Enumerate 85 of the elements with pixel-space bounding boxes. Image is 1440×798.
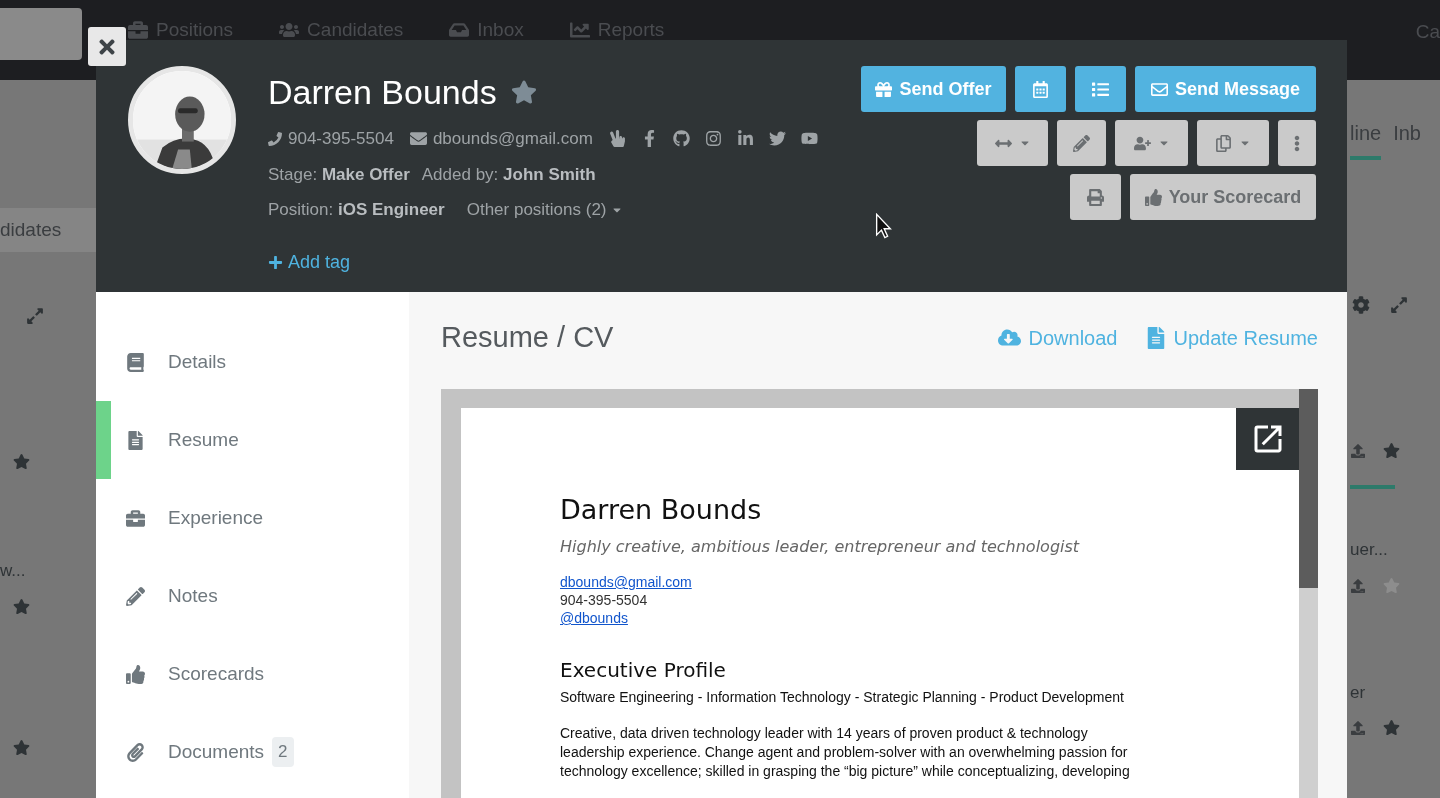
card-text: er bbox=[1350, 681, 1367, 704]
email-address: dbounds@gmail.com bbox=[432, 128, 593, 150]
document-icon bbox=[126, 430, 145, 450]
sidebar-item[interactable]: Details bbox=[96, 323, 409, 401]
icon-button[interactable] bbox=[1057, 120, 1106, 166]
linkedin-icon[interactable] bbox=[736, 130, 754, 148]
action-button[interactable]: Send Offer bbox=[861, 66, 1006, 112]
pencil-icon bbox=[126, 586, 145, 606]
upload-icon[interactable] bbox=[1351, 444, 1365, 458]
scrollbar[interactable] bbox=[1299, 389, 1318, 798]
list-icon bbox=[1092, 80, 1109, 98]
expand-icon[interactable] bbox=[1390, 296, 1408, 314]
open-external-button[interactable] bbox=[1236, 408, 1299, 470]
star-icon[interactable] bbox=[1383, 719, 1400, 736]
icon-button[interactable] bbox=[1115, 120, 1188, 166]
section-title: Resume / CV bbox=[441, 319, 614, 355]
icon-button[interactable] bbox=[977, 120, 1048, 166]
upload-icon[interactable] bbox=[1351, 721, 1365, 735]
resume-heading: Executive Profile bbox=[560, 657, 727, 684]
envelope-icon bbox=[1150, 80, 1168, 98]
icon-button[interactable] bbox=[1278, 120, 1316, 166]
star-icon[interactable] bbox=[13, 597, 30, 615]
chart-icon bbox=[569, 20, 590, 41]
action-button[interactable]: Your Scorecard bbox=[1130, 174, 1316, 220]
sidebar-item[interactable]: Experience bbox=[96, 479, 409, 557]
envelope-icon bbox=[409, 130, 427, 148]
copy-icon bbox=[1215, 134, 1232, 152]
resume-tagline: Highly creative, ambitious leader, entrepreneur and technologist bbox=[560, 536, 1081, 558]
count-badge: 2 bbox=[272, 737, 294, 767]
calendar-icon bbox=[1032, 80, 1049, 98]
stage-text: Stage: Make Offer bbox=[268, 163, 410, 186]
icon-button[interactable] bbox=[1075, 66, 1126, 112]
action-button[interactable]: Send Message bbox=[1135, 66, 1316, 112]
download-link[interactable]: Download bbox=[997, 322, 1118, 353]
pencil-icon bbox=[1073, 134, 1090, 152]
resume-phone: 904-395-5504 bbox=[560, 591, 648, 609]
star-icon[interactable] bbox=[13, 453, 30, 470]
user-plus-icon bbox=[1133, 134, 1151, 152]
print-icon bbox=[1087, 188, 1104, 206]
expand-icon[interactable] bbox=[26, 307, 44, 325]
paperclip-icon bbox=[126, 742, 145, 762]
card-text: w... bbox=[0, 560, 27, 582]
update-resume-link[interactable]: Update Resume bbox=[1147, 322, 1318, 353]
email-link[interactable]: dbounds@gmail.com bbox=[560, 573, 692, 591]
handle-link[interactable]: @dbounds bbox=[560, 609, 628, 627]
other-positions-dropdown[interactable]: Other positions (2) bbox=[466, 197, 623, 223]
icon-button[interactable] bbox=[1070, 174, 1121, 220]
cursor-icon bbox=[875, 213, 892, 239]
thumbs-up-icon bbox=[126, 664, 145, 684]
close-button[interactable] bbox=[88, 27, 126, 66]
resume-keywords: Software Engineering - Information Technology - Strategic Planning - Product Development bbox=[560, 688, 1125, 707]
settings-icon[interactable] bbox=[1352, 296, 1370, 314]
candidate-name: Darren Bounds bbox=[268, 75, 497, 109]
add-tag-link[interactable]: Add tag bbox=[268, 248, 351, 276]
briefcase-icon bbox=[128, 20, 148, 41]
tab[interactable]: Inb bbox=[1393, 118, 1421, 160]
star-icon[interactable] bbox=[510, 79, 537, 105]
instagram-icon[interactable] bbox=[704, 130, 722, 148]
added-by-text: Added by: John Smith bbox=[421, 163, 596, 186]
phone-number: 904-395-5504 bbox=[288, 128, 394, 150]
star-icon[interactable] bbox=[13, 738, 30, 756]
briefcase-icon bbox=[126, 508, 145, 528]
resume-summary: Creative, data driven technology leader with 14 years of proven product & technology leadership experience. Change agent and problem-solver with an overwhelming passion for technology excellence; skilled in grasping the “big picture” while conceptualizing, developing bbox=[560, 724, 1131, 781]
tab[interactable]: didates bbox=[0, 208, 96, 252]
upload-icon[interactable] bbox=[1351, 578, 1365, 593]
plus-icon bbox=[268, 254, 283, 270]
position-text: Position: iOS Engineer bbox=[268, 199, 445, 221]
book-icon bbox=[126, 352, 145, 372]
more-icon bbox=[1294, 134, 1300, 152]
icon-button[interactable] bbox=[1015, 66, 1066, 112]
document-icon bbox=[1147, 326, 1166, 349]
gift-icon bbox=[875, 80, 893, 98]
sidebar-item[interactable]: Scorecards bbox=[96, 635, 409, 713]
resume-name: Darren Bounds bbox=[560, 496, 763, 523]
scrollbar-thumb[interactable] bbox=[1299, 389, 1318, 588]
twitter-icon[interactable] bbox=[768, 130, 786, 148]
card-text: uer... bbox=[1350, 539, 1389, 561]
icon-button[interactable] bbox=[1197, 120, 1269, 166]
peace-hand-icon[interactable] bbox=[608, 130, 626, 148]
sidebar-item[interactable]: Documents 2 bbox=[96, 713, 409, 791]
star-icon[interactable] bbox=[1383, 442, 1400, 459]
github-icon[interactable] bbox=[672, 130, 690, 148]
phone-icon bbox=[268, 131, 282, 146]
sidebar-item[interactable]: Notes bbox=[96, 557, 409, 635]
thumbs-up-icon bbox=[1144, 188, 1162, 206]
